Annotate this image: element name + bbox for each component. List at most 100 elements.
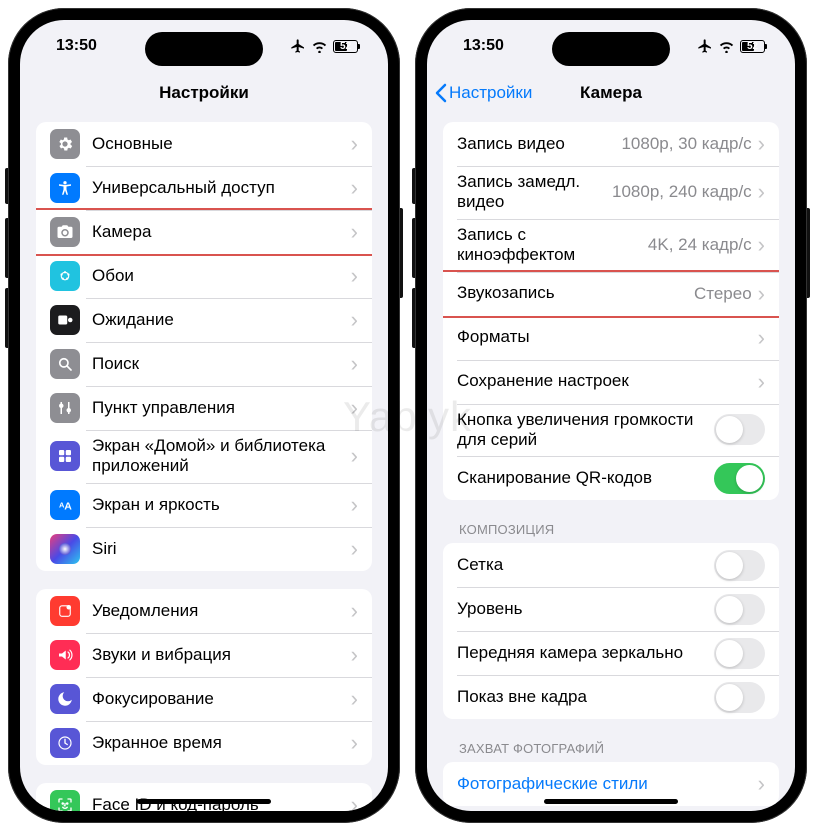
settings-row[interactable]: Сканирование QR-кодов xyxy=(443,456,779,500)
settings-row[interactable]: Уровень xyxy=(443,587,779,631)
chevron-right-icon: › xyxy=(351,538,358,560)
settings-row-accessibility[interactable]: Универсальный доступ› xyxy=(36,166,372,210)
settings-row-wallpaper[interactable]: Обои› xyxy=(36,254,372,298)
settings-row-brightness[interactable]: AAЭкран и яркость› xyxy=(36,483,372,527)
row-label: Фокусирование xyxy=(92,689,351,709)
siri-icon xyxy=(50,534,80,564)
row-label: Запись с киноэффектом xyxy=(457,225,648,266)
page-title: Камера xyxy=(580,83,642,103)
settings-row-search[interactable]: Поиск› xyxy=(36,342,372,386)
settings-row-notifications[interactable]: Уведомления› xyxy=(36,589,372,633)
screen-right: 13:50 52 Настройки Камера Запись видео10… xyxy=(427,20,795,811)
focus-icon xyxy=(50,684,80,714)
accessibility-icon xyxy=(50,173,80,203)
svg-text:A: A xyxy=(64,500,72,512)
brightness-icon: AA xyxy=(50,490,80,520)
settings-row-home[interactable]: Экран «Домой» и библиотека приложений› xyxy=(36,430,372,483)
row-label: Экранное время xyxy=(92,733,351,753)
battery-icon: 52 xyxy=(740,40,765,53)
settings-row[interactable]: Сохранение настроек› xyxy=(443,360,779,404)
row-label: Звуки и вибрация xyxy=(92,645,351,665)
chevron-right-icon: › xyxy=(351,265,358,287)
row-value: 1080p, 240 кадр/с xyxy=(612,182,752,202)
row-label: Передняя камера зеркально xyxy=(457,643,714,663)
search-icon xyxy=(50,349,80,379)
home-icon xyxy=(50,441,80,471)
settings-row[interactable]: Кнопка увеличения громкости для серий xyxy=(443,404,779,457)
chevron-right-icon: › xyxy=(351,177,358,199)
row-label: Экран «Домой» и библиотека приложений xyxy=(92,436,351,477)
row-label: Siri xyxy=(92,539,351,559)
settings-row-sounds[interactable]: Звуки и вибрация› xyxy=(36,633,372,677)
chevron-right-icon: › xyxy=(758,327,765,349)
settings-row-control[interactable]: Пункт управления› xyxy=(36,386,372,430)
home-indicator[interactable] xyxy=(137,799,271,804)
settings-row[interactable]: ЗвукозаписьСтерео › xyxy=(443,272,779,316)
row-value: 4K, 24 кадр/с xyxy=(648,235,752,255)
settings-row[interactable]: Передняя камера зеркально xyxy=(443,631,779,675)
row-label: Форматы xyxy=(457,327,758,347)
chevron-right-icon: › xyxy=(351,353,358,375)
row-label: Основные xyxy=(92,134,351,154)
settings-row[interactable]: Сетка xyxy=(443,543,779,587)
faceid-icon xyxy=(50,790,80,811)
camera-settings-list[interactable]: Запись видео1080p, 30 кадр/с›Запись заме… xyxy=(427,114,795,811)
chevron-right-icon: › xyxy=(758,133,765,155)
chevron-right-icon: › xyxy=(351,309,358,331)
row-label: Показ вне кадра xyxy=(457,687,714,707)
standby-icon xyxy=(50,305,80,335)
settings-list[interactable]: Основные›Универсальный доступ›Камера›Обо… xyxy=(20,114,388,811)
toggle-switch[interactable] xyxy=(714,594,765,625)
toggle-switch[interactable] xyxy=(714,463,765,494)
settings-row-focus[interactable]: Фокусирование› xyxy=(36,677,372,721)
row-label: Уровень xyxy=(457,599,714,619)
chevron-right-icon: › xyxy=(351,794,358,811)
row-label: Экран и яркость xyxy=(92,495,351,515)
row-label: Сканирование QR-кодов xyxy=(457,468,714,488)
settings-row-faceid[interactable]: Face ID и код-пароль› xyxy=(36,783,372,811)
toggle-switch[interactable] xyxy=(714,414,765,445)
row-label: Ожидание xyxy=(92,310,351,330)
settings-row-siri[interactable]: Siri› xyxy=(36,527,372,571)
chevron-right-icon: › xyxy=(351,644,358,666)
row-label: Сохранение настроек xyxy=(457,371,758,391)
toggle-switch[interactable] xyxy=(714,638,765,669)
page-title: Настройки xyxy=(159,83,249,103)
chevron-right-icon: › xyxy=(351,133,358,155)
screentime-icon xyxy=(50,728,80,758)
phone-frame-right: 13:50 52 Настройки Камера Запись видео10… xyxy=(415,8,807,823)
settings-group: Сетка Уровень Передняя камера зеркально Пок… xyxy=(443,543,779,719)
row-label: Запись видео xyxy=(457,134,621,154)
toggle-switch[interactable] xyxy=(714,550,765,581)
dynamic-island xyxy=(552,32,670,66)
settings-row[interactable]: Показ вне кадра xyxy=(443,675,779,719)
settings-row[interactable]: Запись с киноэффектом4K, 24 кадр/с› xyxy=(443,219,779,272)
sounds-icon xyxy=(50,640,80,670)
settings-row-screentime[interactable]: Экранное время› xyxy=(36,721,372,765)
camera-icon xyxy=(50,217,80,247)
home-indicator[interactable] xyxy=(544,799,678,804)
wifi-icon xyxy=(718,40,735,53)
row-label: Поиск xyxy=(92,354,351,374)
chevron-right-icon: › xyxy=(351,445,358,467)
settings-row-general[interactable]: Основные› xyxy=(36,122,372,166)
nav-header: Настройки Камера xyxy=(427,72,795,114)
row-value: Стерео xyxy=(694,284,752,304)
chevron-right-icon: › xyxy=(758,371,765,393)
settings-row-camera[interactable]: Камера› xyxy=(36,210,372,254)
row-label: Камера xyxy=(92,222,351,242)
dynamic-island xyxy=(145,32,263,66)
settings-row-standby[interactable]: Ожидание› xyxy=(36,298,372,342)
toggle-switch[interactable] xyxy=(714,682,765,713)
row-label: Звукозапись xyxy=(457,283,694,303)
settings-row[interactable]: Запись видео1080p, 30 кадр/с› xyxy=(443,122,779,166)
settings-row[interactable]: Запись замедл. видео1080p, 240 кадр/с› xyxy=(443,166,779,219)
back-button[interactable]: Настройки xyxy=(435,83,532,103)
chevron-right-icon: › xyxy=(758,283,765,305)
battery-icon: 52 xyxy=(333,40,358,53)
settings-row[interactable]: Форматы› xyxy=(443,316,779,360)
general-icon xyxy=(50,129,80,159)
screen-left: 13:50 52 Настройки Основные›Универсальны… xyxy=(20,20,388,811)
chevron-right-icon: › xyxy=(351,688,358,710)
chevron-right-icon: › xyxy=(351,397,358,419)
